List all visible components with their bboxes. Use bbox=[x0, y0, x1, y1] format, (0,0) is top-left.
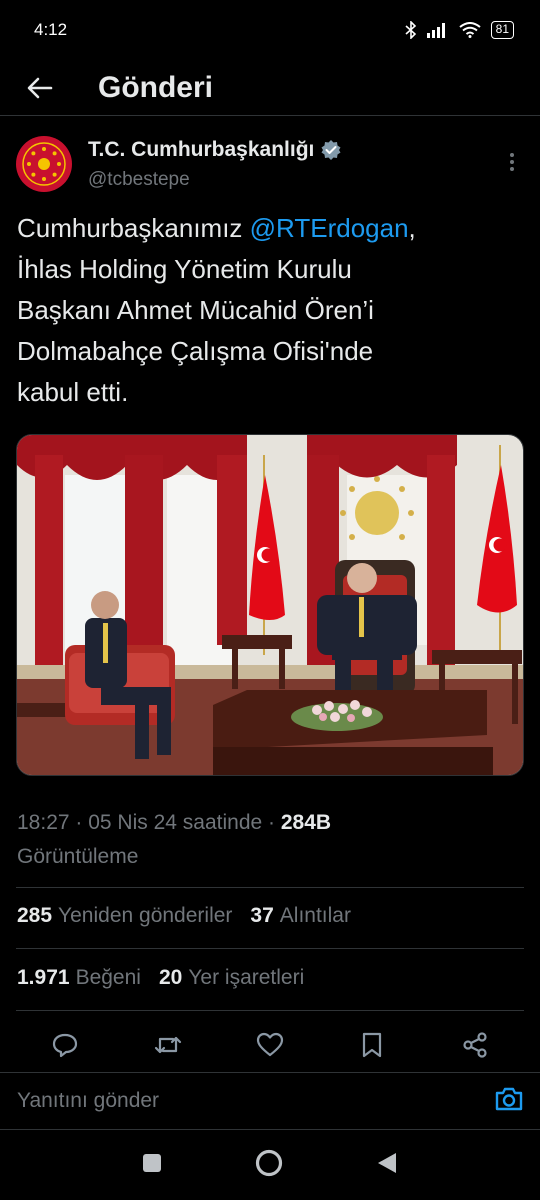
author-name-row[interactable]: T.C. Cumhurbaşkanlığı bbox=[88, 138, 342, 162]
views-count: 284B bbox=[280, 811, 332, 834]
share-button[interactable] bbox=[455, 1025, 495, 1065]
signal-icon bbox=[426, 23, 445, 38]
stats-row-likes: 1.971 Beğeni 20 Yer işaretleri bbox=[17, 966, 524, 990]
battery-indicator: 81 bbox=[490, 21, 514, 39]
repost-button[interactable] bbox=[148, 1025, 188, 1065]
presidential-seal-icon bbox=[22, 142, 66, 186]
tweet-author: T.C. Cumhurbaşkanlığı @tcbestepe bbox=[16, 136, 524, 196]
camera-button[interactable] bbox=[494, 1085, 524, 1118]
camera-icon bbox=[495, 1087, 523, 1110]
heart-icon bbox=[256, 1032, 284, 1057]
repost-icon bbox=[154, 1036, 181, 1054]
tweet-time: 18:27 bbox=[17, 811, 70, 834]
arrow-left-icon bbox=[27, 77, 53, 98]
like-button[interactable] bbox=[250, 1025, 290, 1065]
reposts-label: Yeniden gönderiler bbox=[58, 904, 233, 927]
tweet-date: 05 Nis 24 saatinde bbox=[88, 811, 263, 834]
reply-button[interactable] bbox=[45, 1025, 85, 1065]
likes-label: Beğeni bbox=[75, 966, 141, 989]
page-title: Gönderi bbox=[98, 70, 214, 104]
tweet-photo[interactable] bbox=[16, 434, 524, 776]
top-bar: Gönderi bbox=[0, 60, 540, 116]
circle-icon bbox=[255, 1149, 283, 1176]
divider bbox=[16, 1010, 524, 1011]
triangle-back-icon bbox=[378, 1152, 396, 1173]
back-nav-button[interactable] bbox=[376, 1151, 398, 1180]
meeting-photo bbox=[17, 435, 523, 775]
quotes-stat[interactable]: 37 Alıntılar bbox=[250, 904, 351, 928]
verified-badge-icon bbox=[321, 140, 341, 160]
bookmark-icon bbox=[363, 1032, 382, 1058]
status-time: 4:12 bbox=[34, 20, 68, 39]
bookmark-button[interactable] bbox=[352, 1025, 392, 1065]
system-nav-bar bbox=[0, 1130, 540, 1200]
author-name: T.C. Cumhurbaşkanlığı bbox=[88, 138, 315, 161]
quotes-label: Alıntılar bbox=[279, 904, 351, 927]
reply-composer[interactable]: Yanıtını gönder bbox=[0, 1072, 540, 1130]
tweet-meta: 18:27 · 05 Nis 24 saatinde · 284B Görünt… bbox=[17, 811, 332, 868]
tweet-action-bar bbox=[0, 1020, 540, 1070]
bluetooth-icon bbox=[405, 21, 416, 39]
status-bar: 4:12 81 bbox=[0, 0, 540, 60]
divider bbox=[16, 887, 524, 888]
more-vertical-icon bbox=[510, 153, 514, 157]
quotes-count: 37 bbox=[250, 904, 274, 927]
divider bbox=[16, 948, 524, 949]
bookmarks-count: 20 bbox=[158, 966, 183, 989]
more-options-button[interactable] bbox=[500, 150, 524, 174]
square-icon bbox=[143, 1153, 161, 1172]
reposts-count: 285 bbox=[17, 904, 53, 927]
tweet-text-start: Cumhurbaşkanımız bbox=[17, 213, 250, 243]
likes-count: 1.971 bbox=[17, 966, 70, 989]
home-button[interactable] bbox=[254, 1148, 284, 1183]
back-button[interactable] bbox=[0, 60, 80, 116]
reply-icon bbox=[53, 1033, 78, 1058]
wifi-icon bbox=[459, 22, 481, 38]
mention-link[interactable]: @RTErdogan bbox=[250, 213, 409, 243]
reply-input[interactable]: Yanıtını gönder bbox=[17, 1089, 159, 1113]
bookmarks-stat[interactable]: 20 Yer işaretleri bbox=[159, 966, 304, 990]
reposts-stat[interactable]: 285 Yeniden gönderiler bbox=[17, 904, 232, 928]
bookmarks-label: Yer işaretleri bbox=[188, 966, 305, 989]
author-handle[interactable]: @tcbestepe bbox=[88, 169, 190, 191]
stats-row-reposts: 285 Yeniden gönderiler 37 Alıntılar bbox=[17, 904, 524, 928]
likes-stat[interactable]: 1.971 Beğeni bbox=[17, 966, 141, 990]
avatar[interactable] bbox=[16, 136, 72, 192]
share-icon bbox=[463, 1032, 487, 1058]
status-icons: 81 bbox=[405, 21, 514, 39]
views-label: Görüntüleme bbox=[17, 845, 139, 868]
tweet-text: Cumhurbaşkanımız @RTErdogan, İhlas Holdi… bbox=[17, 208, 524, 413]
recent-apps-button[interactable] bbox=[142, 1153, 162, 1178]
